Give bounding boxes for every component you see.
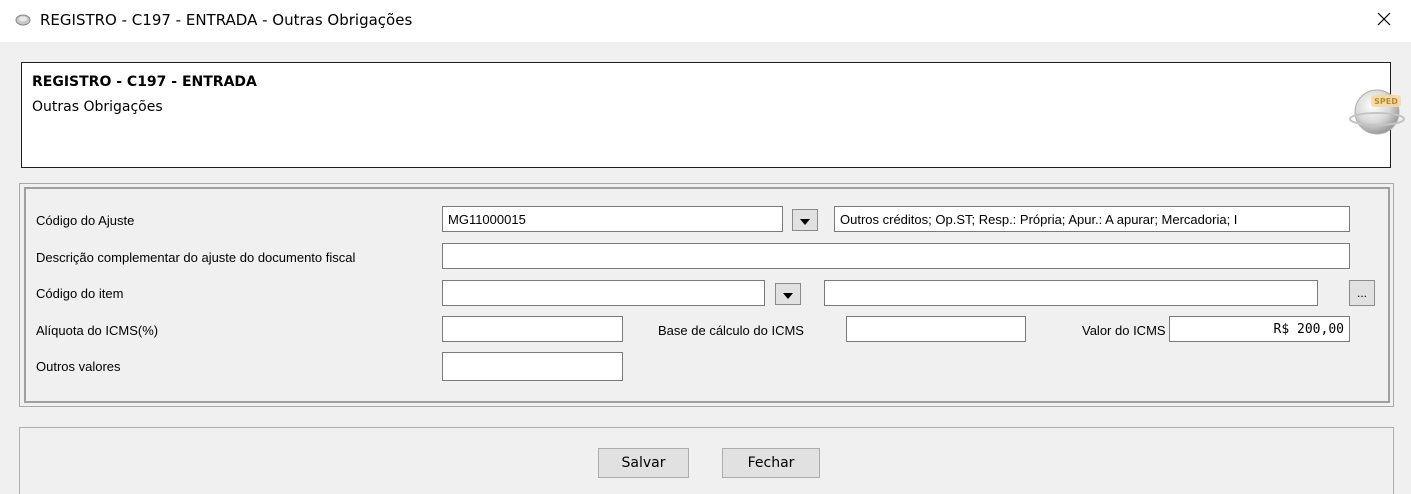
descricao-complementar-label: Descrição complementar do ajuste do docu… bbox=[36, 250, 356, 265]
title-bar: REGISTRO - C197 - ENTRADA - Outras Obrig… bbox=[0, 0, 1411, 42]
codigo-ajuste-description: Outros créditos; Op.ST; Resp.: Própria; … bbox=[834, 206, 1350, 232]
close-window-button[interactable] bbox=[1366, 4, 1402, 36]
form-panel: Código do Ajuste MG11000015 Outros crédi… bbox=[19, 183, 1394, 407]
codigo-ajuste-dropdown-button[interactable] bbox=[792, 209, 818, 231]
codigo-ajuste-label: Código do Ajuste bbox=[36, 213, 135, 228]
valor-icms-input[interactable]: R$ 200,00 bbox=[1169, 316, 1350, 342]
page-subtitle: Outras Obrigações bbox=[32, 99, 163, 115]
descricao-complementar-input[interactable] bbox=[442, 243, 1350, 269]
sped-logo-icon: SPED bbox=[1348, 83, 1406, 141]
dropdown-arrow-icon bbox=[800, 213, 810, 228]
button-bar: Salvar Fechar bbox=[19, 427, 1394, 494]
codigo-item-browse-button[interactable]: ... bbox=[1349, 280, 1375, 306]
close-icon bbox=[1377, 12, 1391, 29]
codigo-item-input[interactable] bbox=[442, 280, 765, 306]
page-title: REGISTRO - C197 - ENTRADA bbox=[32, 74, 257, 90]
header-panel: REGISTRO - C197 - ENTRADA Outras Obrigaç… bbox=[21, 62, 1405, 168]
dropdown-arrow-icon bbox=[783, 287, 793, 302]
aliquota-icms-input[interactable] bbox=[442, 316, 623, 342]
codigo-item-description bbox=[824, 280, 1318, 306]
save-button[interactable]: Salvar bbox=[598, 448, 689, 478]
window-title: REGISTRO - C197 - ENTRADA - Outras Obrig… bbox=[40, 11, 413, 29]
svg-text:SPED: SPED bbox=[1374, 97, 1398, 106]
app-icon bbox=[15, 12, 31, 28]
outros-valores-input[interactable] bbox=[442, 352, 623, 381]
aliquota-icms-label: Alíquota do ICMS(%) bbox=[36, 323, 159, 338]
codigo-ajuste-input[interactable]: MG11000015 bbox=[442, 206, 783, 232]
codigo-item-dropdown-button[interactable] bbox=[775, 283, 801, 305]
codigo-item-label: Código do item bbox=[36, 286, 124, 301]
outros-valores-label: Outros valores bbox=[36, 359, 121, 374]
close-button[interactable]: Fechar bbox=[722, 448, 820, 478]
base-calculo-icms-input[interactable] bbox=[846, 316, 1026, 342]
valor-icms-label: Valor do ICMS bbox=[1082, 323, 1166, 338]
base-calculo-icms-label: Base de cálculo do ICMS bbox=[658, 323, 804, 338]
